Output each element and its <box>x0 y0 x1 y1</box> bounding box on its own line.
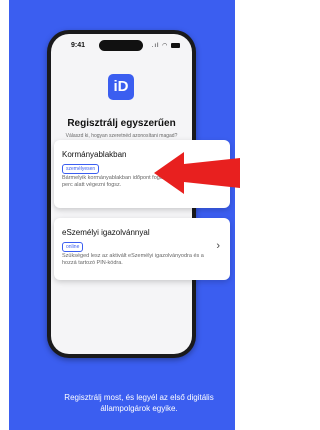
signal-icon: .ıl ◠ <box>151 43 169 49</box>
option-description: Szükséged lesz az aktivált eSzemélyi iga… <box>62 253 204 266</box>
page-subtitle: Válaszd ki, hogyan szeretnéd azonosítani… <box>65 133 178 139</box>
option-badge: online <box>62 242 84 252</box>
promo-screen: 9:41 .ıl ◠ iD Regisztrálj egyszerűen Vál… <box>9 0 235 430</box>
dynamic-island <box>99 40 143 51</box>
page-title: Regisztrálj egyszerűen <box>67 118 176 129</box>
option-title: eSzemélyi igazolvánnyal <box>62 228 150 237</box>
status-bar: 9:41 .ıl ◠ <box>51 34 192 56</box>
signal-wifi-battery-icon: .ıl ◠ <box>152 42 180 49</box>
option-card-eszemelyi[interactable]: eSzemélyi igazolvánnyal online Szükséged… <box>54 218 230 280</box>
promo-caption: Regisztrálj most, és legyél az első digi… <box>64 393 214 413</box>
option-title: Kormányablakban <box>62 150 127 159</box>
status-time: 9:41 <box>71 42 86 49</box>
battery-icon <box>171 42 180 48</box>
app-logo: iD <box>108 74 134 100</box>
option-badge: személyesen <box>62 164 100 174</box>
red-arrow-icon <box>154 152 240 194</box>
chevron-right-icon: › <box>216 240 220 252</box>
